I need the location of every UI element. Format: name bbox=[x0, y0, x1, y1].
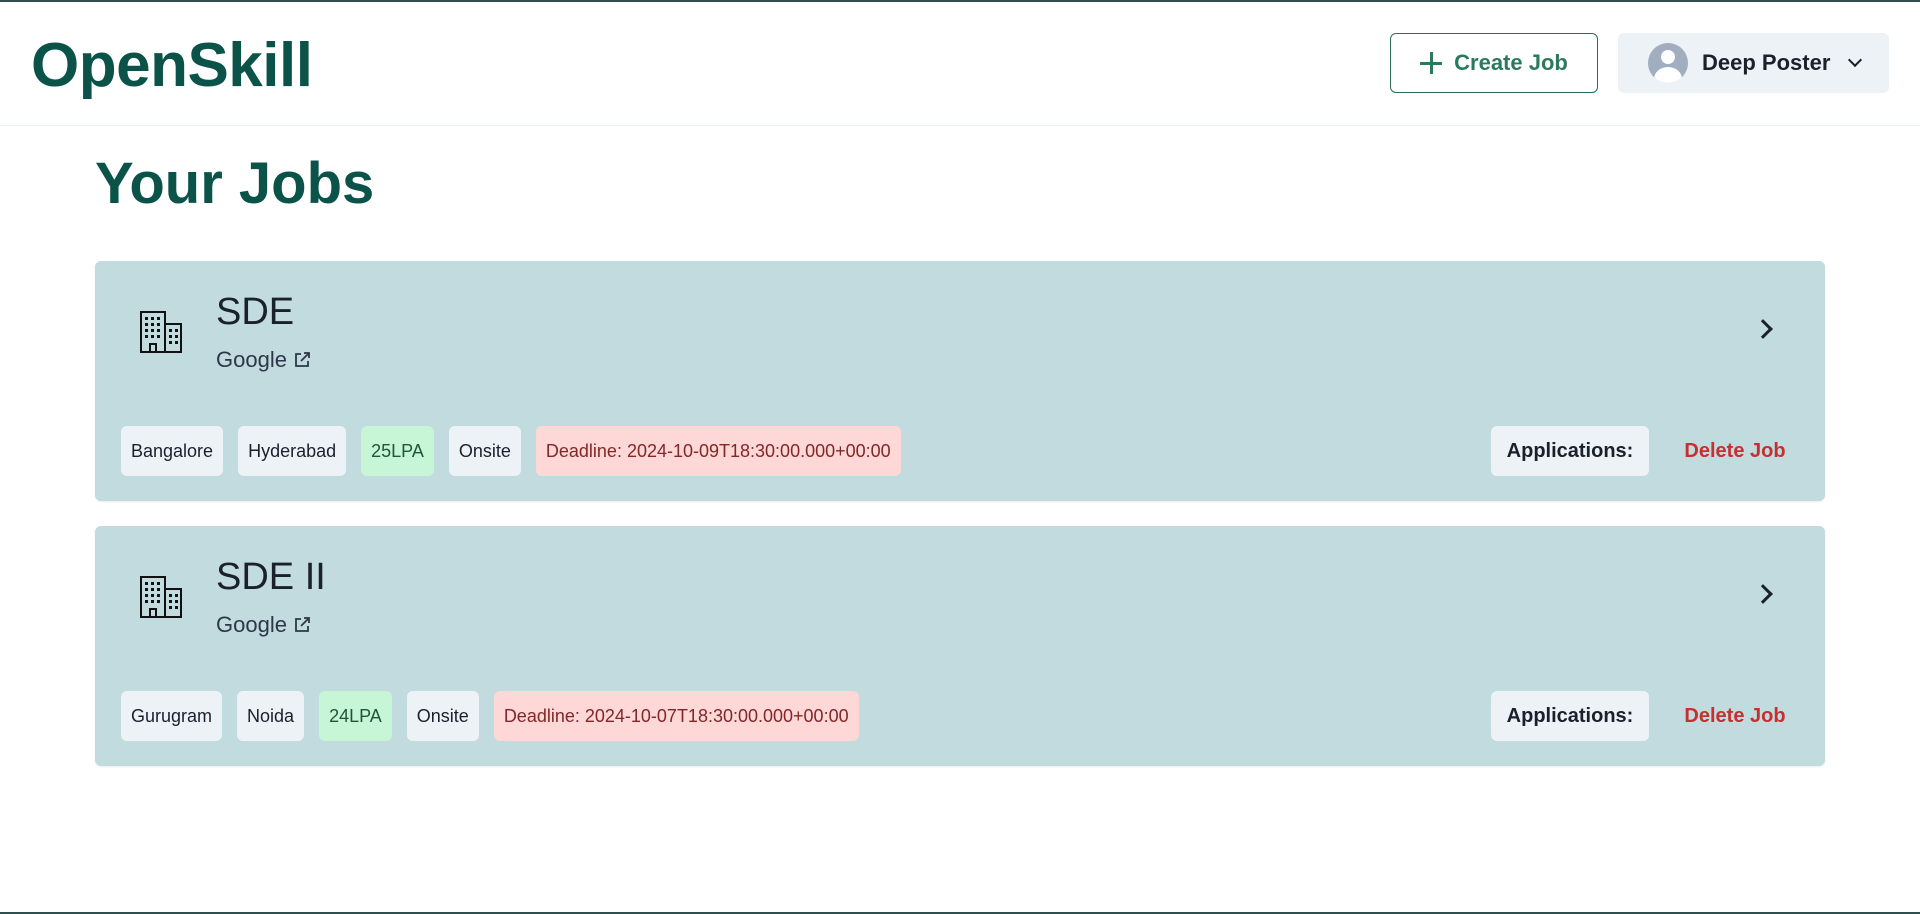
user-menu-button[interactable]: Deep Poster bbox=[1618, 33, 1889, 93]
applications-button[interactable]: Applications: bbox=[1491, 691, 1649, 741]
job-title: SDE II bbox=[216, 556, 326, 598]
salary-badge: 25LPA bbox=[361, 426, 434, 476]
applications-button[interactable]: Applications: bbox=[1491, 426, 1649, 476]
deadline-badge: Deadline: 2024-10-07T18:30:00.000+00:00 bbox=[493, 691, 859, 741]
job-title: SDE bbox=[216, 291, 295, 333]
page-title: Your Jobs bbox=[95, 151, 375, 216]
delete-job-button[interactable]: Delete Job bbox=[1665, 691, 1805, 741]
work-mode-tag: Onsite bbox=[406, 691, 479, 741]
location-tag: Hyderabad bbox=[238, 426, 347, 476]
location-tag: Bangalore bbox=[121, 426, 224, 476]
deadline-badge: Deadline: 2024-10-09T18:30:00.000+00:00 bbox=[535, 426, 901, 476]
location-tag: Noida bbox=[237, 691, 305, 741]
company-name: Google bbox=[216, 612, 287, 637]
chevron-down-icon bbox=[1848, 52, 1863, 68]
delete-job-button[interactable]: Delete Job bbox=[1665, 426, 1805, 476]
location-tag: Gurugram bbox=[121, 691, 223, 741]
job-card[interactable]: SDE II Google Gurugram Noida 24LPA Onsit… bbox=[95, 526, 1825, 766]
create-job-button[interactable]: Create Job bbox=[1390, 33, 1598, 93]
company-link[interactable]: Google bbox=[216, 612, 312, 638]
company-name: Google bbox=[216, 347, 287, 372]
company-link[interactable]: Google bbox=[216, 347, 312, 373]
chevron-right-icon[interactable] bbox=[1753, 317, 1775, 339]
work-mode-tag: Onsite bbox=[448, 426, 521, 476]
job-tags: Bangalore Hyderabad 25LPA Onsite Deadlin… bbox=[121, 426, 901, 476]
job-tags: Gurugram Noida 24LPA Onsite Deadline: 20… bbox=[121, 691, 859, 741]
job-card[interactable]: SDE Google Bangalore Hyderabad 25LPA Ons… bbox=[95, 261, 1825, 501]
building-icon bbox=[140, 576, 182, 618]
external-link-icon bbox=[295, 617, 310, 632]
plus-icon bbox=[1420, 52, 1443, 74]
app-header: OpenSkill Create Job Deep Poster bbox=[0, 2, 1920, 126]
building-icon bbox=[140, 311, 182, 353]
app-logo[interactable]: OpenSkill bbox=[31, 30, 313, 101]
create-job-label: Create Job bbox=[1454, 50, 1568, 75]
user-name: Deep Poster bbox=[1702, 50, 1831, 75]
salary-badge: 24LPA bbox=[319, 691, 392, 741]
chevron-right-icon[interactable] bbox=[1753, 582, 1775, 604]
user-avatar-icon bbox=[1648, 43, 1688, 83]
external-link-icon bbox=[295, 352, 310, 367]
